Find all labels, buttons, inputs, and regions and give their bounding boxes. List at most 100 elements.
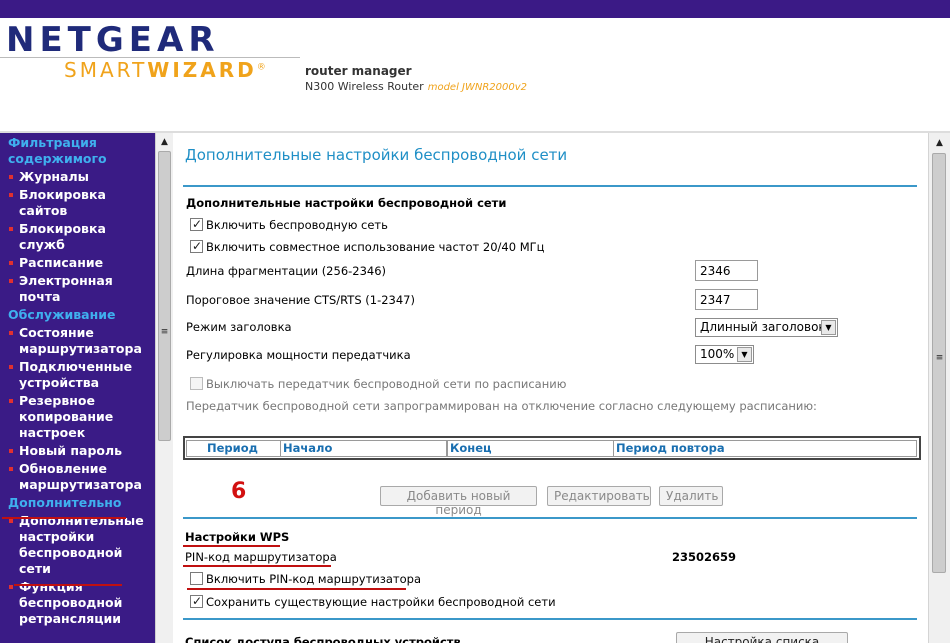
- schedule-off-checkbox[interactable]: [190, 377, 203, 390]
- sidebar-item-label: Обновление маршрутизатора: [19, 461, 142, 492]
- sidebar-item-password[interactable]: Новый пароль: [0, 443, 155, 459]
- annotation-underline-advanced: [2, 517, 126, 519]
- access-list-button[interactable]: Настройка списка доступа: [676, 632, 848, 643]
- scroll-up-icon[interactable]: ▲: [158, 136, 171, 149]
- sidebar-item-advanced-wireless[interactable]: Дополнительные настройки беспроводной се…: [0, 513, 155, 577]
- sidebar-item-block-sites[interactable]: Блокировка сайтов: [0, 187, 155, 219]
- sidebar-item-label: Электронная почта: [19, 273, 113, 304]
- bullet-icon: [9, 331, 13, 335]
- grip-icon: ≡: [160, 327, 169, 337]
- bullet-icon: [9, 175, 13, 179]
- frag-input[interactable]: 2346: [695, 260, 758, 281]
- bullet-icon: [9, 519, 13, 523]
- main-content: Дополнительные настройки беспроводной се…: [173, 133, 928, 643]
- annotation-underline-pin: [183, 565, 331, 567]
- bullet-icon: [9, 585, 13, 589]
- annotation-underline-enable-pin: [187, 588, 406, 590]
- divider: [183, 517, 917, 519]
- sidebar-item-label: Функция беспроводной ретрансляции: [19, 579, 123, 626]
- annotation-underline-wps: [183, 545, 280, 547]
- table-header-start: Начало: [280, 440, 447, 457]
- enable-coexist-label: Включить совместное использование частот…: [206, 240, 545, 254]
- enable-pin-checkbox[interactable]: [190, 572, 203, 585]
- enable-coexist-checkbox[interactable]: [190, 239, 203, 253]
- bullet-icon: [9, 467, 13, 471]
- chevron-down-icon[interactable]: ▼: [737, 347, 752, 362]
- section-title: Дополнительные настройки беспроводной се…: [186, 196, 507, 210]
- table-header-period: Период: [186, 440, 281, 457]
- schedule-off-label: Выключать передатчик беспроводной сети п…: [206, 377, 567, 391]
- scroll-thumb[interactable]: [158, 151, 171, 441]
- bullet-icon: [9, 449, 13, 453]
- scroll-up-icon[interactable]: ▲: [933, 137, 946, 150]
- table-header-end: Конец: [447, 440, 614, 457]
- cts-input[interactable]: 2347: [695, 289, 758, 310]
- product-model: model JWNR2000v2: [427, 82, 528, 93]
- chevron-down-icon[interactable]: ▼: [821, 320, 836, 335]
- sidebar-item-attached-devices[interactable]: Подключенные устройства: [0, 359, 155, 391]
- sidebar-item-backup[interactable]: Резервное копирование настроек: [0, 393, 155, 441]
- sidebar-item-logs[interactable]: Журналы: [0, 169, 155, 185]
- product-subtitle: N300 Wireless Router model JWNR2000v2: [305, 80, 527, 93]
- power-label: Регулировка мощности передатчика: [186, 348, 411, 362]
- keep-settings-checkbox[interactable]: [190, 594, 203, 608]
- sidebar-item-schedule[interactable]: Расписание: [0, 255, 155, 271]
- logo-wizard-text: WIZARD: [147, 58, 257, 82]
- sidebar-item-label: Резервное копирование настроек: [19, 393, 114, 440]
- delete-button[interactable]: Удалить: [659, 486, 723, 506]
- preamble-select-value: Длинный заголовок: [700, 320, 826, 334]
- table-header-repeat: Период повтора: [613, 440, 917, 457]
- sidebar-section-content-filtering[interactable]: Фильтрация содержимого: [0, 135, 155, 167]
- sidebar-item-label: Подключенные устройства: [19, 359, 133, 390]
- sidebar-item-wireless-repeating[interactable]: Функция беспроводной ретрансляции: [0, 579, 155, 627]
- cts-label: Пороговое значение CTS/RTS (1-2347): [186, 293, 415, 307]
- sidebar-item-label: Новый пароль: [19, 443, 123, 458]
- product-title: router manager: [305, 64, 412, 78]
- power-select-value: 100%: [700, 347, 735, 361]
- sidebar-item-label: Блокировка сайтов: [19, 187, 106, 218]
- sidebar-item-block-services[interactable]: Блокировка служб: [0, 221, 155, 253]
- bullet-icon: [9, 261, 13, 265]
- power-select[interactable]: 100% ▼: [695, 345, 754, 364]
- main-scrollbar[interactable]: ▲ ≡: [928, 133, 950, 643]
- header: NETGEAR SMARTWIZARD® router manager N300…: [0, 18, 950, 132]
- enable-wireless-label: Включить беспроводную сеть: [206, 218, 388, 232]
- add-period-button[interactable]: Добавить новый период: [380, 486, 537, 517]
- sidebar-section-maintenance[interactable]: Обслуживание: [0, 307, 155, 323]
- schedule-note: Передатчик беспроводной сети запрограмми…: [186, 399, 817, 413]
- annotation-underline-advanced-wireless: [14, 584, 122, 586]
- sidebar-item-email[interactable]: Электронная почта: [0, 273, 155, 305]
- pin-value: 23502659: [672, 550, 737, 564]
- edit-button[interactable]: Редактировать: [547, 486, 651, 506]
- bullet-icon: [9, 193, 13, 197]
- preamble-select[interactable]: Длинный заголовок ▼: [695, 318, 838, 337]
- top-bar: [0, 0, 950, 18]
- sidebar-scrollbar[interactable]: ▲ ≡: [155, 133, 173, 643]
- bullet-icon: [9, 279, 13, 283]
- sidebar-item-label: Блокировка служб: [19, 221, 106, 252]
- logo-smart-text: SMART: [64, 58, 148, 82]
- bullet-icon: [9, 399, 13, 403]
- sidebar-section-advanced[interactable]: Дополнительно: [0, 495, 155, 511]
- sidebar-item-firmware-update[interactable]: Обновление маршрутизатора: [0, 461, 155, 493]
- grip-icon: ≡: [935, 353, 944, 363]
- sidebar-item-label: Дополнительные настройки беспроводной се…: [19, 513, 144, 576]
- enable-pin-label: Включить PIN-код маршрутизатора: [206, 572, 422, 586]
- netgear-logo: NETGEAR: [6, 20, 220, 60]
- bullet-icon: [9, 227, 13, 231]
- keep-settings-label: Сохранить существующие настройки беспров…: [206, 595, 556, 609]
- divider: [183, 185, 917, 187]
- sidebar-item-label: Расписание: [19, 255, 104, 270]
- sidebar-item-label: Состояние маршрутизатора: [19, 325, 142, 356]
- product-name: N300 Wireless Router: [305, 80, 424, 93]
- divider: [183, 618, 917, 620]
- access-list-label: Список доступа беспроводных устройств: [185, 635, 461, 643]
- registered-mark: ®: [256, 62, 269, 73]
- sidebar-item-router-status[interactable]: Состояние маршрутизатора: [0, 325, 155, 357]
- annotation-number: 6: [231, 479, 247, 504]
- pin-label: PIN-код маршрутизатора: [185, 550, 337, 564]
- sidebar-nav: Фильтрация содержимого Журналы Блокировк…: [0, 133, 155, 643]
- frag-label: Длина фрагментации (256-2346): [186, 264, 387, 278]
- sidebar-item-label: Журналы: [19, 169, 89, 184]
- enable-wireless-checkbox[interactable]: [190, 217, 203, 231]
